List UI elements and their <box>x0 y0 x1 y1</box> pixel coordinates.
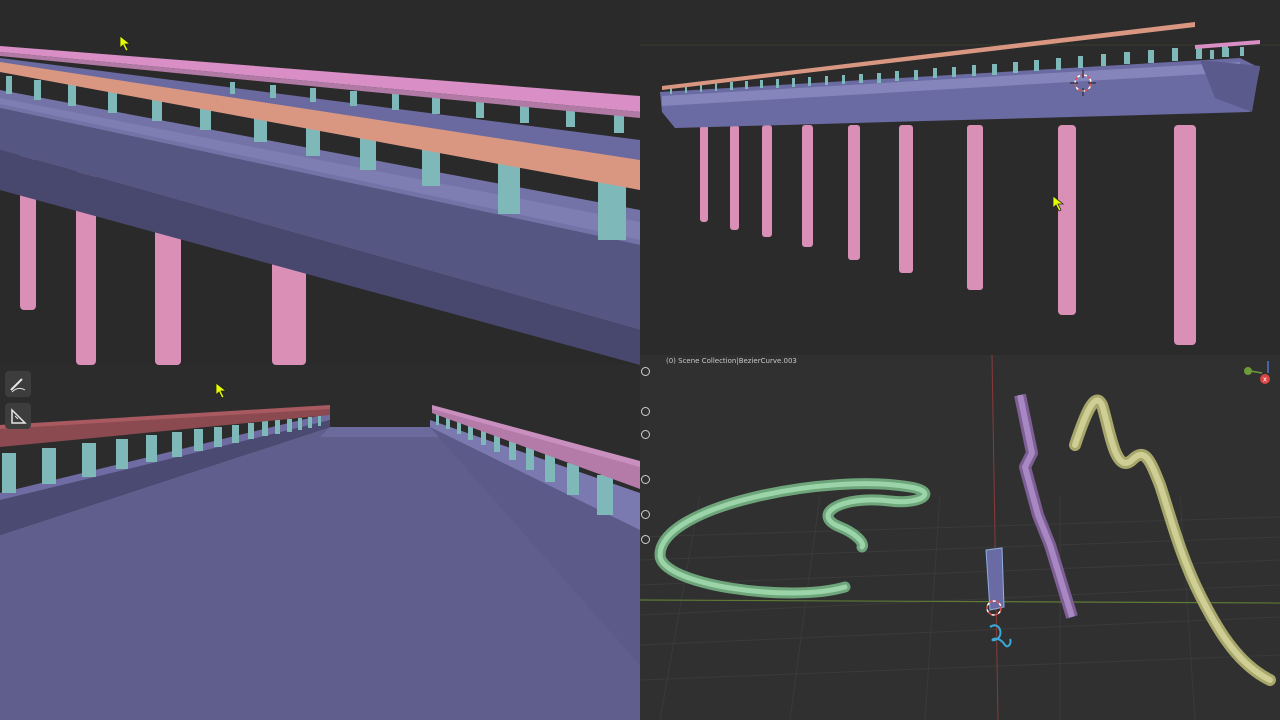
viewport-top-left[interactable] <box>0 0 640 365</box>
tool-dot-icon[interactable] <box>641 367 650 376</box>
pillar <box>899 125 913 273</box>
tool-dot-icon[interactable] <box>641 475 650 484</box>
tool-dot-icon[interactable] <box>641 535 650 544</box>
pillar <box>967 125 983 290</box>
active-object-label: BezierCurve.003 <box>738 357 797 365</box>
pillar <box>700 125 708 222</box>
measure-tool-button[interactable] <box>5 403 31 429</box>
side-tool-strip <box>640 355 650 555</box>
tool-dot-icon[interactable] <box>641 407 650 416</box>
pillar <box>1174 125 1196 345</box>
tool-dot-icon[interactable] <box>641 430 650 439</box>
measure-tool-icon <box>11 408 27 424</box>
pillar <box>802 125 813 247</box>
annotate-tool-icon <box>10 378 26 393</box>
scene-collection-label: (0) Scene Collection <box>666 357 737 365</box>
svg-text:x: x <box>1263 376 1267 384</box>
viewport-bottom-left[interactable] <box>0 365 640 720</box>
pillar <box>1058 125 1076 315</box>
annotate-tool-button[interactable] <box>5 371 31 397</box>
pillar <box>730 125 739 230</box>
viewport-bottom-right[interactable]: x (0) Scene Collection | BezierCurve.003 <box>640 355 1280 720</box>
tool-dot-icon[interactable] <box>641 510 650 519</box>
pillar <box>762 125 772 237</box>
pillar <box>848 125 860 260</box>
viewport-header-text: (0) Scene Collection | BezierCurve.003 <box>666 357 797 365</box>
viewport-top-right[interactable] <box>640 0 1280 355</box>
